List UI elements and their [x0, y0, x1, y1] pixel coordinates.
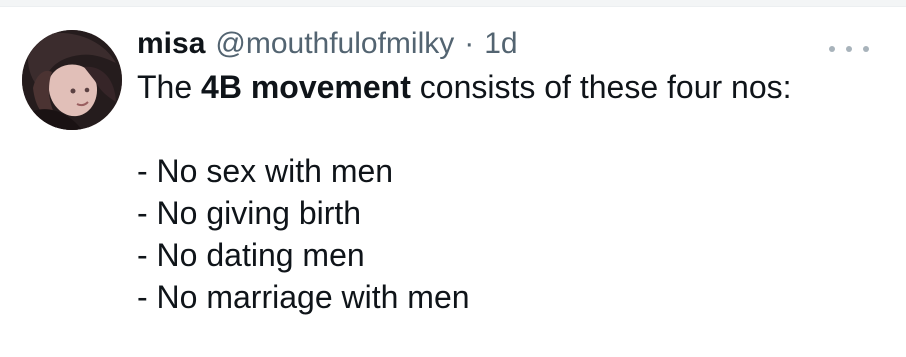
tweet-header: misa @mouthfulofmilky · 1d [137, 22, 877, 66]
more-dots-icon [846, 46, 852, 52]
username-handle[interactable]: @mouthfulofmilky [215, 22, 454, 66]
tweet-list-item: - No sex with men [137, 153, 394, 189]
tweet[interactable]: misa @mouthfulofmilky · 1d The 4B moveme… [22, 22, 892, 342]
top-divider [0, 0, 906, 7]
tweet-text-prefix: The [137, 69, 202, 105]
timestamp[interactable]: 1d [484, 22, 517, 66]
tweet-list-item: - No giving birth [137, 195, 362, 231]
meta-separator: · [464, 27, 475, 60]
tweet-intro-line: The 4B movement consists of these four n… [137, 66, 877, 108]
tweet-text-suffix: consists of these four nos: [410, 69, 792, 105]
avatar[interactable] [22, 30, 122, 130]
tweet-text: The 4B movement consists of these four n… [137, 66, 877, 318]
tweet-list-item: - No marriage with men [137, 279, 470, 315]
more-options-button[interactable] [829, 40, 869, 58]
tweet-content: misa @mouthfulofmilky · 1d The 4B moveme… [137, 22, 877, 318]
more-dots-icon [829, 46, 835, 52]
tweet-text-bold: 4B movement [201, 69, 411, 105]
tweet-frame: misa @mouthfulofmilky · 1d The 4B moveme… [0, 0, 906, 357]
display-name[interactable]: misa [137, 22, 205, 66]
tweet-list-item: - No dating men [137, 237, 365, 273]
avatar-image [22, 30, 122, 130]
more-dots-icon [863, 46, 869, 52]
